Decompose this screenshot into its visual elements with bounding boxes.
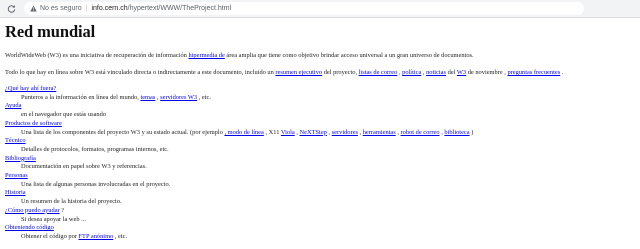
list-term: Técnico: [5, 137, 635, 146]
url-host[interactable]: info.cern.ch: [91, 5, 127, 12]
w3-servers-link[interactable]: servidores W3: [160, 94, 197, 101]
servers-link[interactable]: servidores: [332, 129, 358, 136]
address-bar[interactable]: No es seguro | info.cern.ch/hypertext/WW…: [24, 2, 584, 15]
list-term: ¿Qué hay ahí fuera?: [5, 85, 635, 94]
reload-button[interactable]: [4, 2, 18, 16]
w3-link[interactable]: W3: [457, 69, 466, 76]
summary-text-1: Todo lo que hay en línea sobre W3 está v…: [5, 69, 276, 76]
how-can-i-help-link[interactable]: ¿Cómo puedo ayudar: [5, 207, 60, 214]
list-description: Un resumen de la historia del proyecto.: [21, 198, 122, 206]
url-path[interactable]: /hypertext/WWW/TheProject.html: [128, 5, 231, 12]
executive-summary-link[interactable]: resumen ejecutivo: [275, 69, 322, 76]
list-term: Personas: [5, 172, 635, 181]
how-can-i-help-suffix: ?: [59, 206, 65, 214]
list-term: Historia: [5, 189, 635, 198]
intro-text-1: WorldWideWeb (W3) es una iniciativa de r…: [5, 52, 189, 59]
list-description: Documentación en papel sobre W3 y refere…: [21, 163, 147, 171]
technical-link[interactable]: Técnico: [5, 137, 26, 144]
summary-text-7: .: [560, 69, 564, 76]
getting-code-link[interactable]: Obteniendo código: [5, 224, 54, 231]
people-link[interactable]: Personas: [5, 172, 28, 179]
section-list: ¿Qué hay ahí fuera? Punteros a la inform…: [5, 85, 635, 242]
list-term: Ayuda: [5, 102, 635, 111]
list-description: Punteros a la información en línea del m…: [21, 94, 635, 103]
security-label[interactable]: No es seguro: [40, 5, 82, 12]
mail-robot-link[interactable]: robot de correo: [401, 129, 440, 136]
line-mode-link[interactable]: , modo de línea: [224, 129, 263, 136]
summary-text-6: de noviembre ,: [466, 69, 508, 76]
nextstep-link[interactable]: NeXTStep: [300, 129, 327, 136]
list-description: Una lista de los componentes del proyect…: [21, 129, 635, 138]
products-text-1: Una lista de los componentes del proyect…: [21, 128, 225, 136]
topics-link[interactable]: temas: [140, 94, 155, 101]
getting-code-text-2: , etc.: [113, 232, 128, 240]
list-description: Si desea apoyar la web ...: [21, 215, 86, 223]
hypermedia-link[interactable]: hipermedia de: [188, 52, 224, 59]
list-term: Bibliografía: [5, 155, 635, 164]
faq-link[interactable]: preguntas frecuentes: [507, 69, 560, 76]
history-link[interactable]: Historia: [5, 189, 26, 196]
whats-out-there-text-3: , etc.: [197, 93, 211, 101]
news-link[interactable]: noticias: [426, 69, 446, 76]
summary-text-2: del proyecto,: [322, 69, 359, 76]
list-description: Obtener el código por FTP anónimo , etc.: [21, 233, 635, 242]
address-separator: |: [85, 5, 88, 12]
list-description: Detalles de protocolos, formatos, progra…: [21, 145, 169, 153]
list-description: en el navegador que estás usando: [21, 111, 107, 119]
library-link[interactable]: biblioteca: [444, 129, 469, 136]
list-term: Productos de software: [5, 120, 635, 129]
anonymous-ftp-link[interactable]: FTP anónimo: [79, 233, 114, 240]
whats-out-there-link[interactable]: ¿Qué hay ahí fuera?: [5, 85, 56, 92]
summary-paragraph: Todo lo que hay en línea sobre W3 está v…: [5, 68, 635, 77]
list-term: Obteniendo código: [5, 224, 635, 233]
bibliography-link[interactable]: Bibliografía: [5, 155, 36, 162]
list-term: ¿Cómo puedo ayudar ?: [5, 207, 635, 216]
products-text-2: , X11: [263, 128, 281, 136]
policy-link[interactable]: política: [402, 69, 421, 76]
tools-link[interactable]: herramientas: [363, 129, 396, 136]
warning-triangle-icon[interactable]: [30, 5, 37, 12]
list-description: Una lista de algunas personas involucrad…: [21, 180, 171, 188]
getting-code-text-1: Obtener el código por: [21, 232, 79, 240]
whats-out-there-text-1: Punteros a la información en línea del m…: [21, 93, 141, 101]
mailing-lists-link[interactable]: listas de correo: [359, 69, 398, 76]
page-content: Red mundial WorldWideWeb (W3) es una ini…: [0, 18, 640, 242]
summary-text-5: del: [446, 69, 457, 76]
browser-toolbar: No es seguro | info.cern.ch/hypertext/WW…: [0, 0, 640, 18]
products-text-8: ): [469, 128, 474, 136]
intro-paragraph: WorldWideWeb (W3) es una iniciativa de r…: [5, 51, 635, 60]
help-link[interactable]: Ayuda: [5, 102, 21, 109]
viola-link[interactable]: Viola: [281, 129, 295, 136]
intro-text-2: área amplia que tiene como objetivo brin…: [224, 52, 474, 59]
page-title: Red mundial: [5, 22, 96, 41]
software-products-link[interactable]: Productos de software: [5, 120, 62, 127]
reload-icon: [7, 5, 15, 13]
